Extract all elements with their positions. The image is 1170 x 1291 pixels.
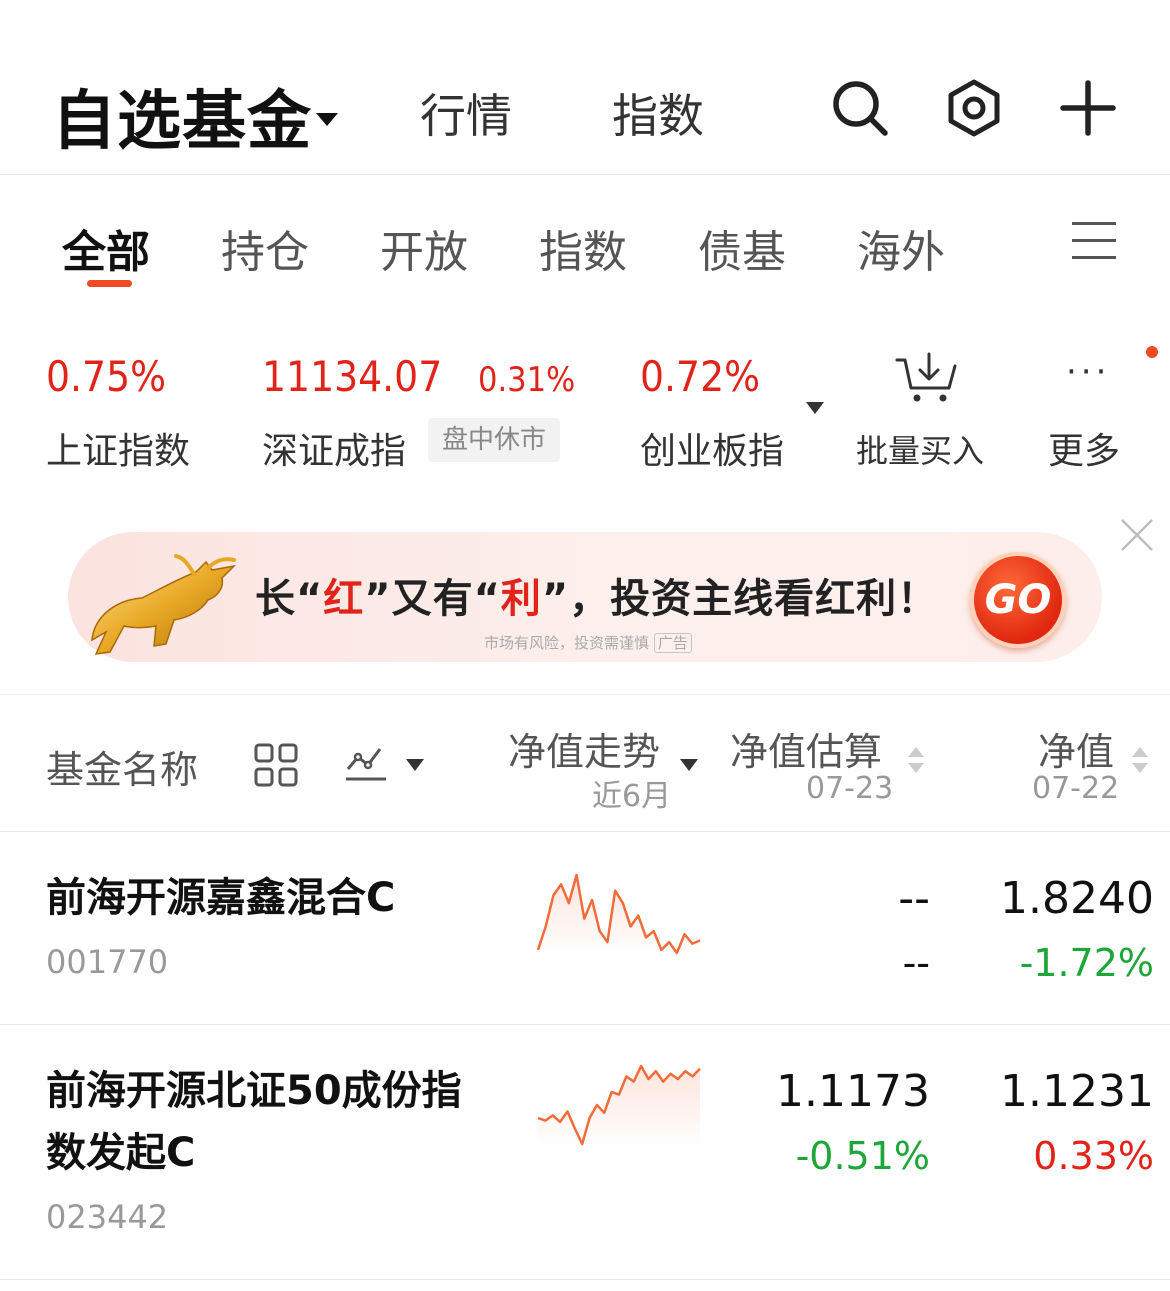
notification-dot <box>1146 346 1158 358</box>
market-status-badge: 盘中休市 <box>428 418 561 462</box>
batch-buy-button[interactable]: 批量买入 <box>856 426 984 472</box>
fund-name[interactable]: 前海开源北证50成份指数发起C <box>46 1060 486 1184</box>
fund-estimate: -- <box>898 873 930 924</box>
shopping-basket-download-icon[interactable] <box>895 350 959 406</box>
trend-chart-icon[interactable] <box>344 741 388 785</box>
index-strip: 0.75% 上证指数 11134.07 0.31% 深证成指 盘中休市 0.72… <box>0 330 1170 480</box>
fund-nav: 1.1231 <box>1000 1066 1154 1117</box>
fund-estimate-change: -0.51% <box>795 1134 930 1178</box>
column-nav[interactable]: 净值 <box>1038 721 1114 776</box>
nav-sparkline <box>536 873 701 957</box>
column-estimate[interactable]: 净值估算 <box>730 721 882 776</box>
column-estimate-date: 07-23 <box>806 771 894 806</box>
index-label-sh[interactable]: 上证指数 <box>46 422 190 474</box>
tab-open[interactable]: 开放 <box>380 216 468 280</box>
index-value-sz[interactable]: 11134.07 <box>262 352 442 401</box>
index-value-cyb[interactable]: 0.72% <box>640 352 760 401</box>
category-tabs: 全部 持仓 开放 指数 债基 海外 <box>0 176 1170 296</box>
page-title-dropdown[interactable]: 自选基金 <box>52 70 338 162</box>
ad-tag: 广告 <box>653 633 692 653</box>
index-label-cyb[interactable]: 创业板指 <box>640 422 784 474</box>
column-fund-name: 基金名称 <box>46 748 199 792</box>
tabs-fade-overlay <box>960 176 1030 296</box>
fund-estimate: 1.1173 <box>776 1066 930 1117</box>
chart-mode-caret-icon[interactable] <box>406 759 424 771</box>
tab-bond[interactable]: 债基 <box>698 216 786 280</box>
fund-code: 001770 <box>46 943 169 981</box>
tab-market[interactable]: 行情 <box>420 80 512 146</box>
column-trend[interactable]: 净值走势 <box>508 721 660 776</box>
banner-headline[interactable]: 长“红”又有“利”，投资主线看红利！ <box>255 566 938 624</box>
tab-all[interactable]: 全部 <box>62 216 150 280</box>
index-change-sz: 0.31% <box>478 360 576 400</box>
menu-icon[interactable] <box>1072 220 1116 260</box>
caret-down-icon <box>316 112 338 126</box>
fund-nav-change: 0.33% <box>1033 1134 1154 1178</box>
fund-code: 023442 <box>46 1198 169 1236</box>
fund-row[interactable]: 前海开源嘉鑫混合C 001770 -- -- 1.8240 -1.72% <box>0 833 1170 1025</box>
sort-estimate-icon[interactable] <box>906 745 926 779</box>
fund-nav-change: -1.72% <box>1019 941 1154 985</box>
column-trend-period[interactable]: 近6月 <box>592 771 671 815</box>
banner-disclaimer: 市场有风险，投资需谨慎 广告 <box>484 632 692 653</box>
trend-period-caret-icon[interactable] <box>680 759 698 771</box>
settings-hexagon-icon[interactable] <box>944 78 1004 138</box>
tab-holdings[interactable]: 持仓 <box>221 216 309 280</box>
fund-estimate-change: -- <box>902 941 930 985</box>
more-button[interactable]: 更多 <box>1048 422 1120 474</box>
top-header: 自选基金 行情 指数 <box>0 0 1170 175</box>
index-value-sh[interactable]: 0.75% <box>46 352 166 401</box>
index-label-sz[interactable]: 深证成指 <box>262 422 406 474</box>
grid-view-icon[interactable] <box>254 743 298 787</box>
fund-nav: 1.8240 <box>1000 873 1154 924</box>
index-switch-caret-icon[interactable] <box>806 402 824 414</box>
fund-row[interactable]: 前海开源北证50成份指数发起C 023442 1.1173 -0.51% 1.1… <box>0 1026 1170 1280</box>
search-icon[interactable] <box>830 78 890 138</box>
tab-index[interactable]: 指数 <box>612 80 704 146</box>
plus-icon[interactable] <box>1058 78 1118 138</box>
fund-table-header: 基金名称 净值走势 近6月 净值估算 07-23 净值 07-22 <box>0 694 1170 832</box>
tab-overseas[interactable]: 海外 <box>857 216 945 280</box>
golden-bull-image <box>91 554 237 655</box>
page-title: 自选基金 <box>52 85 312 159</box>
nav-sparkline <box>537 1064 701 1148</box>
sort-nav-icon[interactable] <box>1130 745 1150 779</box>
active-tab-indicator <box>87 280 132 287</box>
fund-name[interactable]: 前海开源嘉鑫混合C <box>46 867 486 929</box>
close-icon[interactable] <box>1118 516 1156 554</box>
column-nav-date: 07-22 <box>1032 771 1120 806</box>
more-dots-icon[interactable]: ··· <box>1066 352 1110 392</box>
tab-index-funds[interactable]: 指数 <box>539 216 627 280</box>
banner-go-button[interactable]: GO <box>970 552 1066 648</box>
